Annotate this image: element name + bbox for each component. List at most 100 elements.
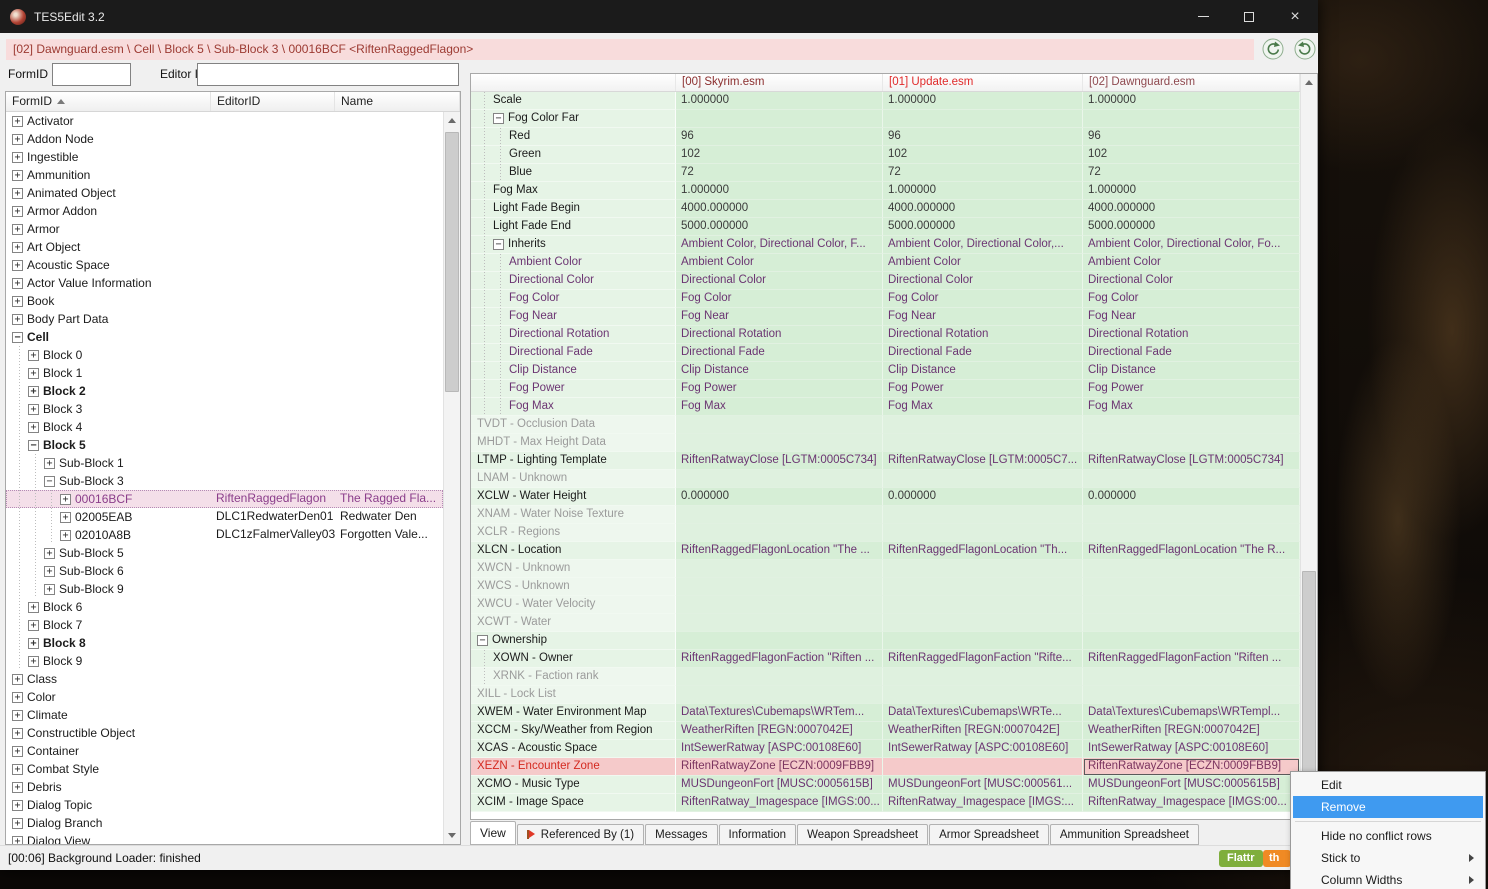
expand-icon[interactable]: + <box>60 493 71 505</box>
expand-icon[interactable]: + <box>12 313 23 325</box>
detail-cell[interactable]: Directional Color <box>1083 272 1300 290</box>
collapse-icon[interactable]: − <box>493 239 504 250</box>
detail-cell[interactable] <box>883 614 1083 632</box>
detail-row-scale[interactable]: Scale 1.000000 1.000000 1.000000 <box>471 92 1300 110</box>
tree-row-class[interactable]: + Class <box>6 670 443 688</box>
detail-cell[interactable]: Directional Fade <box>676 344 883 362</box>
detail-row-xwcs-unknown[interactable]: XWCS - Unknown <box>471 578 1300 596</box>
expand-icon[interactable]: + <box>12 709 23 721</box>
expand-icon[interactable]: + <box>12 295 23 307</box>
flattr-button[interactable]: Flattr <box>1219 850 1263 867</box>
tree-row-constructible-object[interactable]: + Constructible Object <box>6 724 443 742</box>
detail-cell[interactable]: 102 <box>676 146 883 164</box>
detail-cell[interactable] <box>676 416 883 434</box>
detail-cell[interactable]: 5000.000000 <box>883 218 1083 236</box>
detail-cell[interactable]: Ambient Color, Directional Color, Fo... <box>1083 236 1300 254</box>
tree-row-debris[interactable]: + Debris <box>6 778 443 796</box>
menu-item-remove[interactable]: Remove <box>1293 796 1483 818</box>
detail-scrollbar-thumb[interactable] <box>1302 571 1316 784</box>
tree-row-book[interactable]: + Book <box>6 292 443 310</box>
detail-cell[interactable]: Directional Fade <box>1083 344 1300 362</box>
detail-row-fog-color[interactable]: Fog Color Fog Color Fog Color Fog Color <box>471 290 1300 308</box>
tree-row-armor[interactable]: + Armor <box>6 220 443 238</box>
detail-cell[interactable]: RiftenRaggedFlagonFaction "Rifte... <box>883 650 1083 668</box>
expand-icon[interactable]: + <box>12 277 23 289</box>
detail-cell[interactable]: 5000.000000 <box>1083 218 1300 236</box>
detail-cell[interactable]: RiftenRaggedFlagonFaction "Riften ... <box>1083 650 1300 668</box>
tree-row-combat-style[interactable]: + Combat Style <box>6 760 443 778</box>
detail-cell[interactable]: Fog Max <box>676 398 883 416</box>
detail-cell[interactable] <box>1083 560 1300 578</box>
detail-cell[interactable] <box>1083 524 1300 542</box>
detail-row-xown-owner[interactable]: XOWN - Owner RiftenRaggedFlagonFaction "R… <box>471 650 1300 668</box>
scroll-up-button[interactable] <box>444 112 460 129</box>
menu-item-stick-to[interactable]: Stick to <box>1293 847 1483 869</box>
detail-row-light-fade-begin[interactable]: Light Fade Begin 4000.000000 4000.000000 40… <box>471 200 1300 218</box>
nav-back-button[interactable] <box>1262 38 1284 60</box>
expand-icon[interactable]: + <box>28 619 39 631</box>
detail-cell[interactable]: Clip Distance <box>883 362 1083 380</box>
tree-row-sub-block-5[interactable]: + Sub-Block 5 <box>6 544 443 562</box>
expand-icon[interactable]: + <box>12 727 23 739</box>
detail-row-light-fade-end[interactable]: Light Fade End 5000.000000 5000.000000 5000… <box>471 218 1300 236</box>
column-header-formid[interactable]: FormID <box>6 92 211 111</box>
expand-icon[interactable]: + <box>44 565 55 577</box>
expand-icon[interactable]: + <box>28 403 39 415</box>
detail-cell[interactable]: 0.000000 <box>883 488 1083 506</box>
detail-cell[interactable]: 102 <box>1083 146 1300 164</box>
detail-cell[interactable] <box>676 632 883 650</box>
detail-row-tvdt-occlusion-data[interactable]: TVDT - Occlusion Data <box>471 416 1300 434</box>
detail-cell[interactable]: RiftenRatwayClose [LGTM:0005C734] <box>676 452 883 470</box>
detail-row-inherits[interactable]: − Inherits Ambient Color, Directional Colo… <box>471 236 1300 254</box>
tree-row-block-9[interactable]: + Block 9 <box>6 652 443 670</box>
column-header-editorid[interactable]: EditorID <box>211 92 335 111</box>
expand-icon[interactable]: + <box>60 511 71 523</box>
detail-row-xlcn-location[interactable]: XLCN - Location RiftenRaggedFlagonLocatio… <box>471 542 1300 560</box>
scroll-up-button[interactable] <box>1301 74 1317 91</box>
tab-referenced-by-1[interactable]: Referenced By (1) <box>516 824 645 845</box>
detail-cell[interactable]: Data\Textures\Cubemaps\WRTempl... <box>1083 704 1300 722</box>
expand-icon[interactable]: + <box>44 457 55 469</box>
detail-cell[interactable] <box>1083 578 1300 596</box>
expand-icon[interactable]: + <box>28 655 39 667</box>
tree-row-dialog-branch[interactable]: + Dialog Branch <box>6 814 443 832</box>
tree-row-climate[interactable]: + Climate <box>6 706 443 724</box>
detail-cell[interactable]: Fog Power <box>1083 380 1300 398</box>
detail-cell[interactable]: RiftenRatwayZone [ECZN:0009FBB9] <box>1083 758 1300 776</box>
detail-row-fog-near[interactable]: Fog Near Fog Near Fog Near Fog Near <box>471 308 1300 326</box>
collapse-icon[interactable]: − <box>12 331 23 343</box>
tree-row-body-part-data[interactable]: + Body Part Data <box>6 310 443 328</box>
nav-forward-button[interactable] <box>1294 38 1316 60</box>
detail-row-green[interactable]: Green 102 102 102 <box>471 146 1300 164</box>
collapse-icon[interactable]: − <box>44 475 55 487</box>
detail-cell[interactable]: RiftenRaggedFlagonLocation "The ... <box>676 542 883 560</box>
detail-cell[interactable] <box>676 668 883 686</box>
tree-row-00016bcf[interactable]: +00016BCF RiftenRaggedFlagon The Ragged Fl… <box>6 490 443 508</box>
detail-cell[interactable] <box>676 524 883 542</box>
tree-row-actor-value-information[interactable]: + Actor Value Information <box>6 274 443 292</box>
tree-row-ammunition[interactable]: + Ammunition <box>6 166 443 184</box>
titlebar[interactable]: TES5Edit 3.2 × <box>0 0 1318 33</box>
detail-row-xezn-encounter-zone[interactable]: XEZN - Encounter Zone RiftenRatwayZone [E… <box>471 758 1300 776</box>
expand-icon[interactable]: + <box>28 367 39 379</box>
detail-cell[interactable] <box>676 578 883 596</box>
expand-icon[interactable]: + <box>12 241 23 253</box>
expand-icon[interactable]: + <box>12 673 23 685</box>
detail-cell[interactable]: 0.000000 <box>1083 488 1300 506</box>
tree-row-addon-node[interactable]: + Addon Node <box>6 130 443 148</box>
detail-cell[interactable]: Ambient Color, Directional Color,... <box>883 236 1083 254</box>
tree-row-02010a8b[interactable]: +02010A8B DLC1zFalmerValley03 Forgotten Va… <box>6 526 443 544</box>
detail-cell[interactable] <box>1083 110 1300 128</box>
detail-cell[interactable] <box>883 416 1083 434</box>
tree-row-armor-addon[interactable]: + Armor Addon <box>6 202 443 220</box>
detail-cell[interactable]: Fog Max <box>883 398 1083 416</box>
detail-cell[interactable]: 0.000000 <box>676 488 883 506</box>
expand-icon[interactable]: + <box>12 151 23 163</box>
detail-cell[interactable] <box>883 632 1083 650</box>
detail-cell[interactable]: Fog Color <box>883 290 1083 308</box>
detail-cell[interactable]: Fog Power <box>676 380 883 398</box>
detail-row-red[interactable]: Red 96 96 96 <box>471 128 1300 146</box>
scroll-down-button[interactable] <box>444 827 460 844</box>
detail-cell[interactable] <box>883 524 1083 542</box>
expand-icon[interactable]: + <box>28 601 39 613</box>
